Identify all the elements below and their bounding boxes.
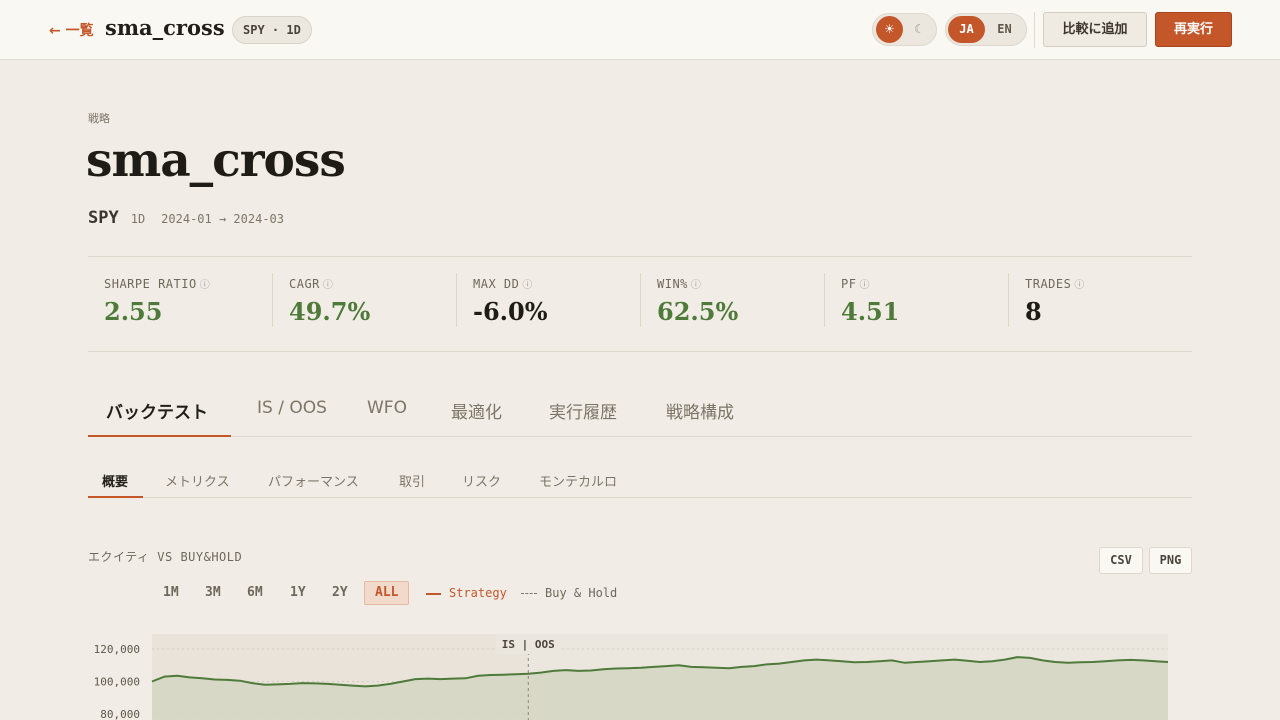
tab-0[interactable]: バックテスト	[106, 398, 208, 423]
tab-3[interactable]: 最適化	[451, 398, 502, 423]
subtab-5[interactable]: モンテカルロ	[539, 471, 617, 490]
date-range-label: 2024-01 → 2024-03	[161, 212, 284, 226]
metric-sharpe-ratio: SHARPE RATIO ⓘ 2.55	[88, 273, 272, 327]
metrics-strip: SHARPE RATIO ⓘ 2.55 CAGR ⓘ 49.7% MAX DD ⓘ -6.0% W…	[88, 256, 1192, 352]
legend-buyhold-label: Buy & Hold	[545, 586, 618, 600]
range-button-2y[interactable]: 2Y	[326, 581, 354, 605]
equity-section-title: エクイティ VS BUY&HOLD	[88, 550, 243, 564]
y-tick-label: 80,000	[100, 708, 140, 720]
metric-max-dd: MAX DD ⓘ -6.0%	[456, 273, 640, 327]
subtab-1[interactable]: メトリクス	[165, 471, 230, 490]
info-icon[interactable]: ⓘ	[691, 280, 702, 291]
range-button-3m[interactable]: 3M	[199, 581, 227, 605]
metric-label: WIN% ⓘ	[657, 276, 701, 291]
subtab-4[interactable]: リスク	[462, 471, 501, 490]
metric-label-text: CAGR	[289, 277, 320, 291]
back-link[interactable]: ← 一覧	[49, 20, 94, 40]
symbol-label: SPY	[88, 208, 119, 228]
legend-strategy-label: Strategy	[449, 586, 507, 600]
legend-strategy: Strategy	[426, 586, 507, 600]
export-csv-button[interactable]: CSV	[1099, 547, 1143, 574]
metric-label: MAX DD ⓘ	[473, 276, 533, 291]
metric-label: TRADES ⓘ	[1025, 276, 1085, 291]
range-button-all[interactable]: ALL	[364, 581, 410, 605]
context-pill: SPY · 1D	[232, 16, 312, 44]
sub-tabs: 概要 メトリクス パフォーマンス 取引 リスク モンテカルロ	[88, 460, 1192, 498]
metric-label-text: SHARPE RATIO	[104, 277, 197, 291]
metric-cagr: CAGR ⓘ 49.7%	[272, 273, 456, 327]
info-icon[interactable]: ⓘ	[200, 280, 211, 291]
tab-active-indicator	[88, 435, 231, 437]
metric-label-text: TRADES	[1025, 277, 1072, 291]
subtab-active-indicator	[88, 496, 143, 498]
legend-buyhold-swatch	[521, 593, 537, 594]
timeframe-label: 1D	[130, 212, 146, 226]
metric-win: WIN% ⓘ 62.5%	[640, 273, 824, 327]
main-tabs: バックテスト IS / OOS WFO 最適化 実行履歴 戦略構成	[88, 384, 1192, 437]
add-to-compare-button[interactable]: 比較に追加	[1043, 12, 1147, 47]
tab-2[interactable]: WFO	[367, 398, 407, 418]
strategy-meta: SPY 1D 2024-01 → 2024-03	[88, 208, 284, 228]
metric-value: 4.51	[841, 297, 900, 326]
lang-en-option[interactable]: EN	[986, 16, 1023, 43]
subtab-2[interactable]: パフォーマンス	[268, 471, 359, 490]
metric-label: PF ⓘ	[841, 276, 870, 291]
rerun-button[interactable]: 再実行	[1155, 12, 1232, 47]
metric-value: 49.7%	[289, 297, 371, 326]
lang-ja-option[interactable]: JA	[948, 16, 985, 43]
range-button-6m[interactable]: 6M	[241, 581, 269, 605]
y-tick-label: 120,000	[94, 643, 140, 656]
metric-trades: TRADES ⓘ 8	[1008, 273, 1192, 327]
metric-label-text: MAX DD	[473, 277, 520, 291]
y-tick-label: 100,000	[94, 676, 140, 689]
info-icon[interactable]: ⓘ	[859, 280, 870, 291]
app-title: sma_cross	[105, 15, 225, 40]
range-button-1m[interactable]: 1M	[157, 581, 185, 605]
subtab-0[interactable]: 概要	[102, 471, 128, 490]
info-icon[interactable]: ⓘ	[323, 280, 334, 291]
is-oos-label: IS | OOS	[502, 638, 555, 651]
legend-buyhold: Buy & Hold	[521, 586, 617, 600]
strategy-title: sma_cross	[86, 133, 346, 188]
top-bar: ← 一覧 sma_cross SPY · 1D ☀ ☾ JA EN 比較に追加 …	[0, 0, 1280, 60]
metric-value: 8	[1025, 297, 1042, 326]
tab-4[interactable]: 実行履歴	[549, 398, 617, 423]
metric-value: 2.55	[104, 297, 163, 326]
info-icon[interactable]: ⓘ	[1074, 280, 1085, 291]
theme-toggle[interactable]: ☀ ☾	[872, 13, 937, 46]
header-divider	[1034, 12, 1035, 48]
metric-pf: PF ⓘ 4.51	[824, 273, 1008, 327]
sun-icon[interactable]: ☀	[876, 16, 903, 43]
range-button-1y[interactable]: 1Y	[284, 581, 312, 605]
metric-label-text: WIN%	[657, 277, 688, 291]
metric-label: SHARPE RATIO ⓘ	[104, 276, 210, 291]
metric-label-text: PF	[841, 277, 857, 291]
metric-value: 62.5%	[657, 297, 739, 326]
metric-value: -6.0%	[473, 297, 548, 326]
subtab-3[interactable]: 取引	[399, 471, 425, 490]
tab-1[interactable]: IS / OOS	[257, 398, 327, 418]
legend-strategy-swatch	[426, 592, 441, 595]
export-png-button[interactable]: PNG	[1149, 547, 1192, 574]
moon-icon[interactable]: ☾	[906, 16, 933, 43]
strategy-eyebrow: 戦略	[88, 112, 110, 125]
equity-chart: 120,000 100,000 80,000 IS | OOS	[94, 634, 1169, 720]
metric-label: CAGR ⓘ	[289, 276, 333, 291]
tab-5[interactable]: 戦略構成	[666, 398, 734, 423]
info-icon[interactable]: ⓘ	[522, 280, 533, 291]
language-toggle[interactable]: JA EN	[945, 13, 1027, 46]
